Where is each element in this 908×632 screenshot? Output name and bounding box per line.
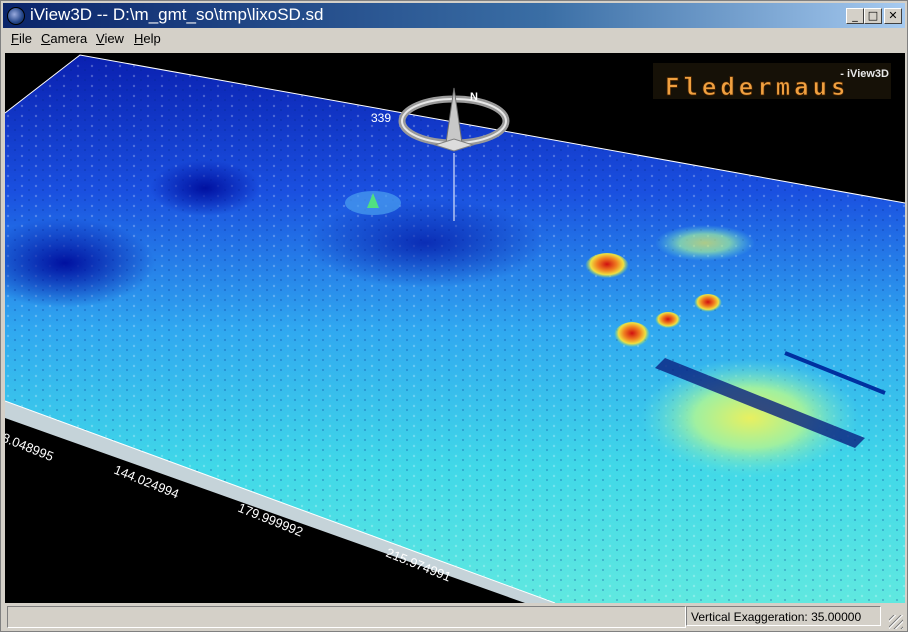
seamount	[694, 294, 722, 314]
window-title: iView3D -- D:\m_gmt_so\tmp\lixoSD.sd	[30, 5, 324, 24]
menu-help-label: elp	[143, 31, 161, 46]
menu-help-accel: H	[134, 31, 144, 46]
close-button[interactable]: ✕	[884, 8, 902, 24]
compass-heading-label: 339	[371, 111, 391, 125]
title-bar[interactable]: iView3D -- D:\m_gmt_so\tmp\lixoSD.sd _ □…	[3, 3, 905, 28]
vertical-exaggeration-readout: Vertical Exaggeration: 35.00000	[686, 606, 881, 626]
maximize-button[interactable]: □	[864, 8, 882, 24]
seamount	[614, 322, 650, 350]
menu-view-label: iew	[104, 31, 124, 46]
axis-tick-label: 8.048995	[5, 430, 56, 464]
globe-icon[interactable]	[7, 7, 25, 25]
menu-camera-accel: C	[41, 31, 51, 46]
terrain-scene[interactable]: 8.048995 144.024994 179.999992 215.97499…	[5, 53, 905, 603]
3d-viewport[interactable]: 8.048995 144.024994 179.999992 215.97499…	[5, 53, 905, 603]
plateau	[655, 225, 755, 261]
menu-bar: File Camera View Help	[3, 29, 905, 50]
seamount	[585, 253, 629, 281]
logo-title: Fledermaus	[665, 73, 850, 101]
menu-camera-label: amera	[50, 31, 88, 46]
menu-camera[interactable]: Camera	[41, 31, 87, 46]
resize-grip-icon[interactable]	[889, 615, 903, 629]
menu-file-accel: F	[11, 31, 19, 46]
menu-help[interactable]: Help	[134, 31, 161, 46]
status-message	[7, 606, 686, 628]
app-window: iView3D -- D:\m_gmt_so\tmp\lixoSD.sd _ □…	[0, 0, 908, 632]
menu-view[interactable]: View	[96, 31, 124, 46]
fledermaus-logo: - iView3D Fledermaus	[653, 63, 891, 101]
status-bar: Vertical Exaggeration: 35.00000	[3, 605, 905, 631]
minimize-button[interactable]: _	[846, 8, 864, 24]
basin	[305, 198, 545, 288]
basin	[150, 160, 260, 216]
menu-file[interactable]: File	[11, 31, 32, 46]
plateau	[640, 358, 860, 478]
seamount	[655, 312, 681, 330]
compass-north-label: N	[470, 91, 478, 103]
menu-file-label: ile	[18, 31, 32, 46]
